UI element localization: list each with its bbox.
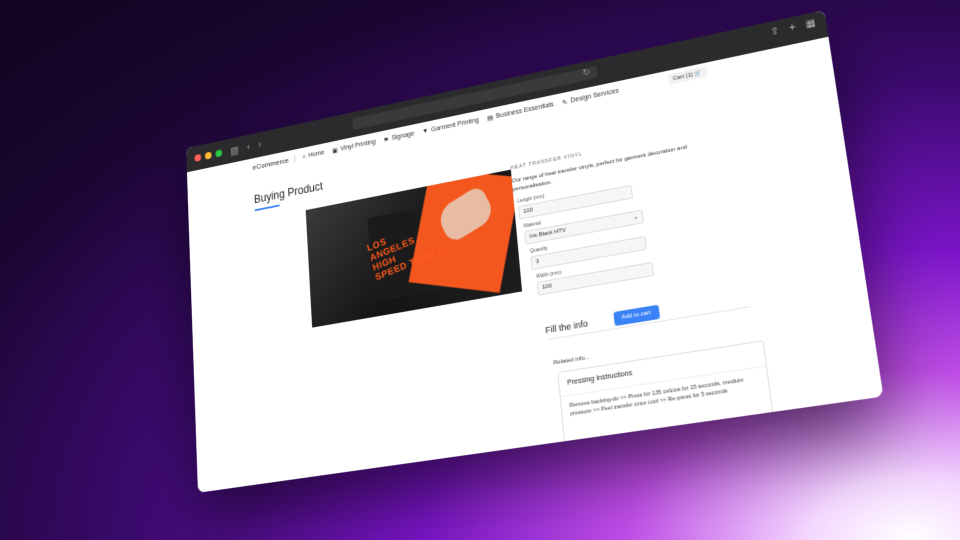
nav-label: Vinyl Printing bbox=[340, 138, 376, 153]
desktop-background: ▥ ‹ › ↻ ⇪ + ▦ eCommerce ⌂ Home ▣ Vinyl Pri… bbox=[0, 0, 960, 540]
tab-overview-icon[interactable]: ▦ bbox=[805, 18, 816, 31]
share-icon[interactable]: ⇪ bbox=[770, 26, 780, 38]
browser-window: ▥ ‹ › ↻ ⇪ + ▦ eCommerce ⌂ Home ▣ Vinyl Pri… bbox=[186, 9, 884, 493]
nav-item-design-services[interactable]: ✎ Design Services bbox=[561, 87, 620, 107]
cart-button[interactable]: Cart (1) 🛒 bbox=[667, 66, 708, 85]
nav-item-vinyl-printing[interactable]: ▣ Vinyl Printing bbox=[331, 138, 376, 155]
nav-label: Home bbox=[308, 149, 325, 160]
reload-icon[interactable]: ↻ bbox=[582, 67, 590, 79]
shirt-icon: ▼ bbox=[422, 127, 429, 136]
product-image: LOS ANGELES HIGH SPEED THRILLS bbox=[305, 169, 523, 328]
nav-item-home[interactable]: ⌂ Home bbox=[302, 150, 324, 161]
new-tab-icon[interactable]: + bbox=[789, 22, 797, 34]
page-title: Buying Product bbox=[253, 179, 324, 206]
fill-info-row: Fill the info Add to cart bbox=[545, 304, 660, 338]
briefcase-icon: ▤ bbox=[486, 114, 494, 123]
maximize-window-button[interactable] bbox=[215, 149, 223, 158]
toolbar-actions: ⇪ + ▦ bbox=[770, 18, 816, 38]
chevron-down-icon: ⌄ bbox=[632, 214, 639, 222]
title-underline bbox=[254, 204, 280, 212]
window-controls bbox=[194, 149, 223, 162]
brand-logo[interactable]: eCommerce bbox=[252, 154, 295, 172]
vinyl-icon: ▣ bbox=[331, 147, 339, 155]
forward-icon[interactable]: › bbox=[258, 139, 262, 150]
related-info-label: Related info... bbox=[553, 354, 591, 367]
nav-label: Design Services bbox=[570, 87, 620, 105]
nav-label: Signage bbox=[391, 130, 415, 142]
nav-label: Business Essentials bbox=[495, 101, 555, 120]
product-details: HEAT TRANSFER VINYL Our range of heat tr… bbox=[510, 123, 742, 298]
back-icon[interactable]: ‹ bbox=[247, 142, 250, 153]
page-content: eCommerce ⌂ Home ▣ Vinyl Printing ⚑ Signage… bbox=[186, 36, 884, 493]
signage-icon: ⚑ bbox=[383, 136, 390, 144]
sidebar-icon[interactable]: ▥ bbox=[230, 143, 239, 156]
home-icon: ⌂ bbox=[302, 153, 307, 161]
pen-icon: ✎ bbox=[561, 98, 569, 107]
nav-item-signage[interactable]: ⚑ Signage bbox=[383, 130, 414, 144]
minimize-window-button[interactable] bbox=[204, 151, 212, 160]
nav-label: Garment Printing bbox=[430, 117, 480, 134]
close-window-button[interactable] bbox=[194, 153, 202, 162]
nav-item-garment-printing[interactable]: ▼ Garment Printing bbox=[422, 117, 479, 135]
cart-icon: 🛒 bbox=[694, 70, 703, 78]
cart-label: Cart (1) bbox=[672, 72, 694, 83]
